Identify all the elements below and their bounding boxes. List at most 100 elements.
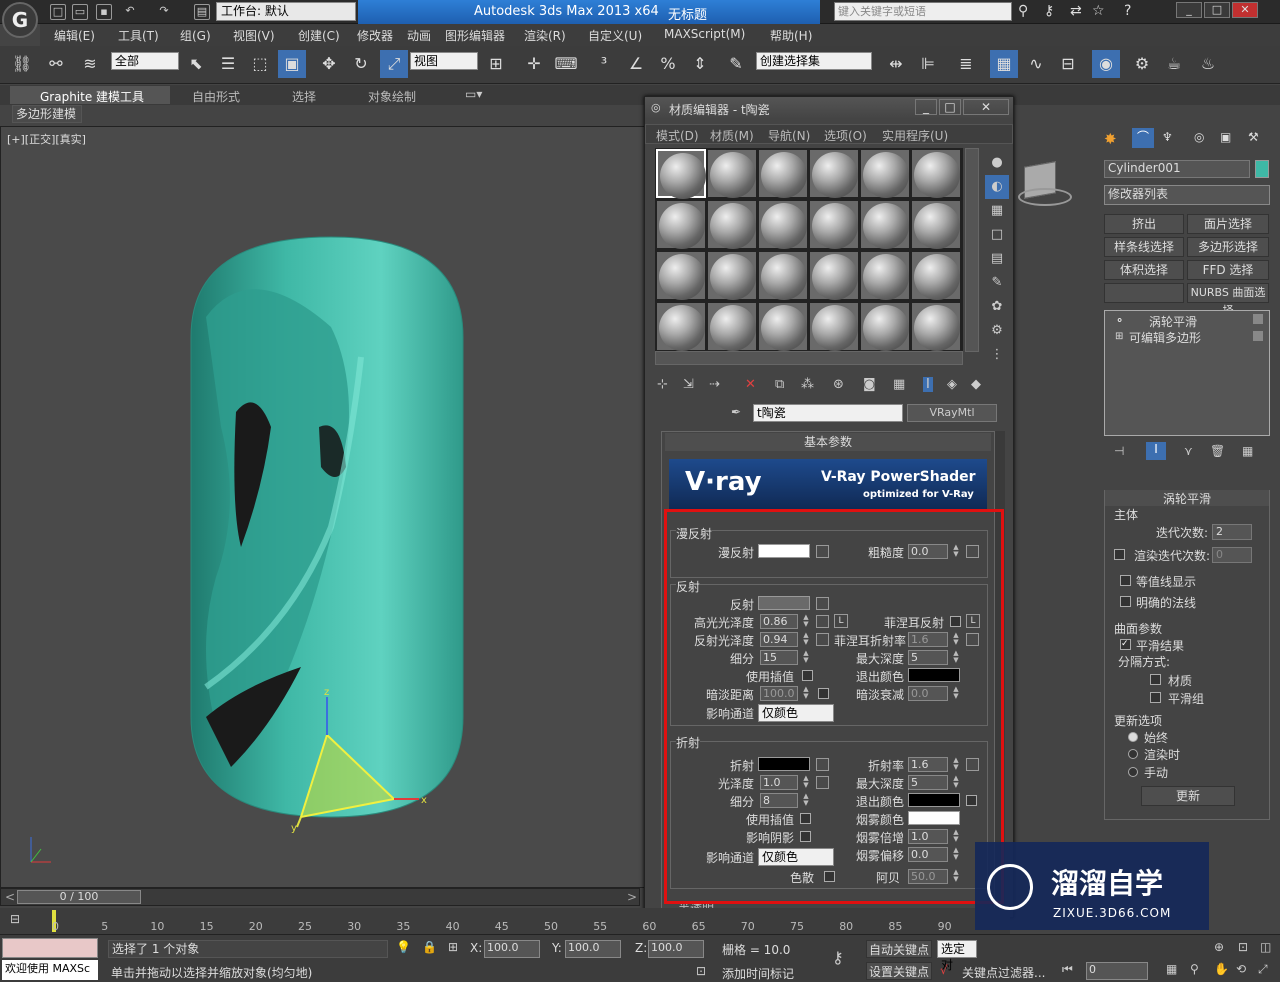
search-input[interactable]: 键入关键字或短语	[834, 2, 1012, 21]
refl-max-depth-input[interactable]: 5	[908, 650, 948, 665]
refr-subdiv-input[interactable]: 8	[760, 793, 798, 808]
dim-distance-checkbox[interactable]	[818, 688, 829, 699]
refr-gloss-map-button[interactable]	[816, 776, 829, 789]
ribbon-options-icon[interactable]: ▭▾	[465, 87, 482, 101]
material-sample-slot[interactable]	[809, 149, 859, 198]
menu-create[interactable]: 创建(C)	[298, 27, 340, 44]
time-tag-icon[interactable]: ⊡	[696, 964, 706, 978]
modify-tab-icon[interactable]: ⌒	[1132, 128, 1154, 148]
orbit-icon[interactable]: ⟲	[1236, 962, 1246, 976]
refl-max-depth-spinner-icon[interactable]: ▲ ▼	[952, 650, 960, 664]
maxscript-listener[interactable]	[2, 938, 98, 958]
fog-mult-spinner-icon[interactable]: ▲ ▼	[952, 829, 960, 843]
eyedropper-icon[interactable]: ✒	[731, 405, 741, 419]
render-iters-checkbox[interactable]	[1114, 549, 1125, 560]
curve-editor-icon[interactable]: ∿	[1022, 50, 1050, 78]
hilight-gloss-spinner-icon[interactable]: ▲ ▼	[802, 614, 810, 628]
show-shaded-map-icon[interactable]: ▦	[893, 377, 905, 392]
me-menu-options[interactable]: 选项(O)	[824, 127, 867, 144]
select-object-icon[interactable]: ⬉	[182, 50, 210, 78]
me-menu-utilities[interactable]: 实用程序(U)	[882, 127, 948, 144]
maximize-button[interactable]: □	[1204, 2, 1230, 18]
zoom-all-icon[interactable]: ⊕	[1214, 940, 1224, 954]
refl-subdiv-spinner-icon[interactable]: ▲ ▼	[802, 650, 810, 664]
abbe-input[interactable]: 50.0	[908, 869, 948, 884]
dispersion-checkbox[interactable]	[824, 871, 835, 882]
object-name-field[interactable]: Cylinder001	[1104, 160, 1250, 178]
slots-h-scrollbar[interactable]	[655, 351, 963, 365]
modifier-stack[interactable]: ⚬ 涡轮平滑 ⊞ 可编辑多边形	[1104, 310, 1270, 436]
manipulate-icon[interactable]: ✛	[520, 50, 548, 78]
turbosmooth-title[interactable]: 涡轮平滑	[1105, 490, 1269, 506]
tab-selection[interactable]: 选择	[292, 88, 316, 105]
me-minimize-button[interactable]: _	[915, 99, 937, 115]
empty-button[interactable]	[1104, 283, 1184, 303]
me-menu-navigation[interactable]: 导航(N)	[768, 127, 810, 144]
diffuse-map-button[interactable]	[816, 545, 829, 558]
copy-material-icon[interactable]: ⧉	[775, 377, 784, 392]
zoom-extents-icon[interactable]: ⊡	[1238, 940, 1248, 954]
tab-object-paint[interactable]: 对象绘制	[368, 88, 416, 105]
stack-item-turbosmooth[interactable]: 涡轮平滑	[1149, 313, 1197, 330]
show-end-result-mat-icon[interactable]: Ⅰ	[923, 377, 933, 392]
render-setup-icon[interactable]: ⚙	[1128, 50, 1156, 78]
time-slider-thumb[interactable]: 0 / 100	[17, 890, 141, 904]
material-editor-icon[interactable]: ◉	[1092, 50, 1120, 78]
menu-help[interactable]: 帮助(H)	[770, 27, 812, 44]
viewport[interactable]: [+][正交][真实] z x y	[0, 126, 645, 888]
refr-max-depth-input[interactable]: 5	[908, 775, 948, 790]
selection-lock-icon[interactable]: 🔒	[422, 940, 437, 954]
me-menu-material[interactable]: 材质(M)	[710, 127, 754, 144]
menu-group[interactable]: 组(G)	[180, 27, 211, 44]
transform-mode-icon[interactable]: ⊞	[448, 940, 458, 954]
material-type-button[interactable]: VRayMtl	[907, 404, 997, 422]
options-icon[interactable]: ✿	[985, 295, 1009, 319]
menu-graph-editors[interactable]: 图形编辑器	[445, 27, 505, 44]
time-slider-prev-icon[interactable]: <	[5, 890, 15, 904]
zoom-icon[interactable]: ⚲	[1190, 962, 1199, 976]
material-editor-titlebar[interactable]: ◎ 材质编辑器 - t陶瓷 _ □ ✕	[645, 97, 1013, 119]
material-sample-slot[interactable]	[911, 251, 961, 300]
assign-to-selection-icon[interactable]: ⇢	[709, 377, 720, 392]
manual-radio[interactable]	[1128, 767, 1138, 777]
display-tab-icon[interactable]: ▣	[1220, 130, 1231, 144]
motion-tab-icon[interactable]: ◎	[1194, 130, 1204, 144]
scale-icon[interactable]: ⤢	[380, 50, 408, 78]
video-color-check-icon[interactable]: ▤	[985, 247, 1009, 271]
isolate-icon[interactable]: 💡	[396, 940, 411, 954]
hilight-gloss-map-button[interactable]	[816, 615, 829, 628]
refract-map-button[interactable]	[816, 758, 829, 771]
configure-sets-icon[interactable]: ▦	[1242, 444, 1253, 458]
exchange-icon[interactable]: ⇄	[1070, 3, 1082, 19]
x-coord-input[interactable]: 100.0	[484, 940, 540, 958]
set-key-button[interactable]: 设置关键点	[866, 962, 932, 980]
slots-v-scrollbar[interactable]	[965, 148, 979, 352]
material-sample-slot[interactable]	[911, 200, 961, 249]
angle-snap-icon[interactable]: ∠	[622, 50, 650, 78]
percent-snap-icon[interactable]: %	[654, 50, 682, 78]
material-sample-slot[interactable]	[656, 302, 706, 351]
auto-key-button[interactable]: 自动关键点	[866, 940, 932, 958]
pan-hand-icon[interactable]: ✋	[1214, 962, 1229, 976]
binoculars-icon[interactable]: ⚲	[1018, 3, 1028, 19]
poly-select-button[interactable]: 多边形选择	[1187, 237, 1269, 257]
dim-distance-spinner-icon[interactable]: ▲ ▼	[802, 686, 810, 700]
patch-select-button[interactable]: 面片选择	[1187, 214, 1269, 234]
redo-icon[interactable]: ↷	[156, 4, 172, 20]
material-sample-slot[interactable]	[656, 200, 706, 249]
reflect-color-swatch[interactable]	[758, 596, 810, 610]
help-icon[interactable]: ?	[1124, 3, 1131, 19]
put-to-scene-icon[interactable]: ⇲	[683, 377, 694, 392]
roughness-input[interactable]: 0.0	[908, 544, 948, 559]
menu-customize[interactable]: 自定义(U)	[588, 27, 642, 44]
refract-color-swatch[interactable]	[758, 757, 810, 771]
key-filters-button[interactable]: 关键点过滤器...	[962, 964, 1045, 981]
named-selection-dropdown[interactable]: 创建选择集	[756, 52, 872, 70]
hilight-lock-button[interactable]: L	[834, 614, 848, 628]
dim-falloff-input[interactable]: 0.0	[908, 686, 948, 701]
project-folder-icon[interactable]: ▤	[194, 4, 210, 20]
roughness-map-button[interactable]	[966, 545, 979, 558]
layer-manager-icon[interactable]: ≣	[952, 50, 980, 78]
snaps-3d-icon[interactable]: ³	[590, 50, 618, 78]
menu-edit[interactable]: 编辑(E)	[54, 27, 95, 44]
